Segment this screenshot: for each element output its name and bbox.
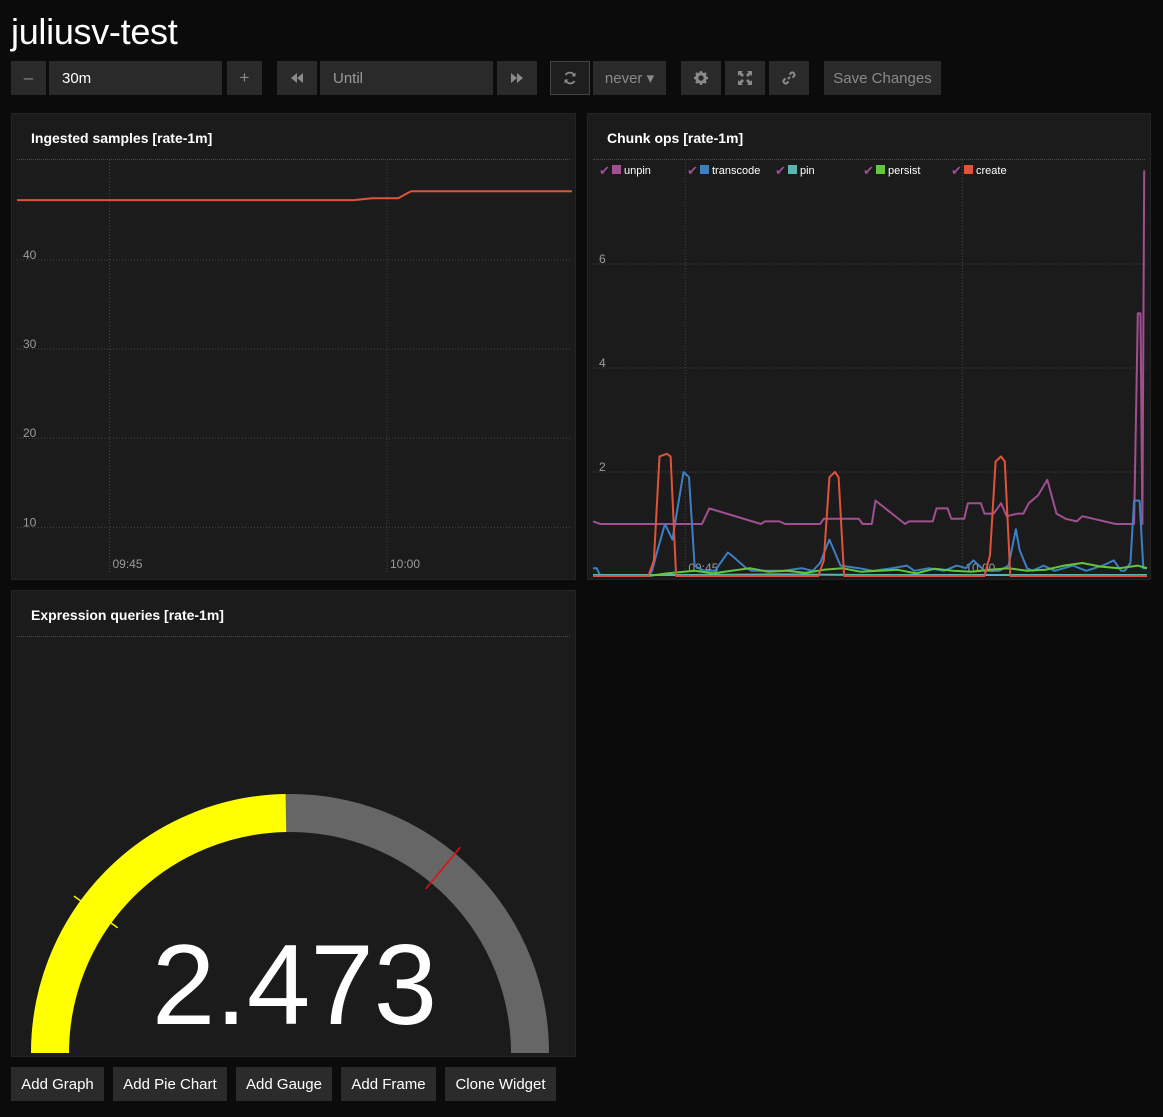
link-icon bbox=[782, 71, 796, 85]
refresh-button[interactable] bbox=[550, 61, 590, 95]
gauge-value: 2.473 bbox=[151, 922, 438, 1049]
y-tick-label: 6 bbox=[599, 252, 606, 266]
legend-label-create[interactable]: create bbox=[976, 165, 1007, 177]
legend-swatch bbox=[612, 165, 621, 174]
series-line-unpin bbox=[592, 170, 1146, 525]
y-tick-label: 4 bbox=[599, 356, 606, 370]
legend-label-unpin[interactable]: unpin bbox=[624, 165, 651, 177]
expression-queries-panel: Expression queries [rate-1m] 2.473 bbox=[11, 590, 576, 1057]
page-title: juliusv-test bbox=[11, 11, 178, 52]
ingested-samples-panel: Ingested samples [rate-1m] 10 20 30 40 09:45… bbox=[11, 113, 576, 580]
add-pie-chart-button[interactable]: Add Pie Chart bbox=[113, 1067, 227, 1101]
legend-check-icon[interactable]: ✔ bbox=[687, 164, 698, 179]
ingested-samples-chart: 10 20 30 40 09:45 10:00 bbox=[17, 160, 572, 572]
save-changes-button[interactable]: Save Changes bbox=[824, 61, 941, 95]
add-graph-button[interactable]: Add Graph bbox=[11, 1067, 104, 1101]
fullscreen-button[interactable] bbox=[725, 61, 765, 95]
range-input[interactable]: 30m bbox=[49, 61, 222, 95]
until-input[interactable]: Until bbox=[320, 61, 493, 95]
x-tick-label: 10:00 bbox=[390, 557, 420, 571]
legend-check-icon[interactable]: ✔ bbox=[775, 164, 786, 179]
legend-swatch bbox=[700, 165, 709, 174]
y-tick-label: 30 bbox=[23, 337, 37, 351]
y-tick-label: 40 bbox=[23, 248, 37, 262]
x-tick-label: 09:45 bbox=[113, 557, 143, 571]
legend-check-icon[interactable]: ✔ bbox=[599, 164, 610, 179]
forward-button[interactable] bbox=[497, 61, 537, 95]
clone-widget-button[interactable]: Clone Widget bbox=[445, 1067, 556, 1101]
fullscreen-icon bbox=[738, 71, 752, 85]
gear-icon bbox=[694, 71, 708, 85]
y-tick-label: 10 bbox=[23, 515, 37, 529]
increase-range-button[interactable]: + bbox=[227, 61, 262, 95]
legend-swatch bbox=[876, 165, 885, 174]
add-gauge-button[interactable]: Add Gauge bbox=[236, 1067, 332, 1101]
link-button[interactable] bbox=[769, 61, 809, 95]
refresh-icon bbox=[563, 71, 577, 85]
refresh-interval-dropdown[interactable]: never ▾ bbox=[593, 61, 666, 95]
back-icon bbox=[290, 73, 304, 83]
settings-button[interactable] bbox=[681, 61, 721, 95]
legend-check-icon[interactable]: ✔ bbox=[951, 164, 962, 179]
add-frame-button[interactable]: Add Frame bbox=[341, 1067, 436, 1101]
legend-label-pin[interactable]: pin bbox=[800, 165, 815, 177]
legend-check-icon[interactable]: ✔ bbox=[863, 164, 874, 179]
y-tick-label: 2 bbox=[599, 460, 606, 474]
decrease-range-button[interactable]: – bbox=[11, 61, 46, 95]
legend-label-transcode[interactable]: transcode bbox=[712, 165, 760, 177]
y-tick-label: 20 bbox=[23, 426, 37, 440]
legend-swatch bbox=[964, 165, 973, 174]
legend-label-persist[interactable]: persist bbox=[888, 165, 920, 177]
back-button[interactable] bbox=[277, 61, 317, 95]
series-line bbox=[17, 190, 572, 202]
chunk-ops-chart: 24609:45 10:00✔ unpin ✔ transcode ✔ pin ✔ persis… bbox=[592, 160, 1148, 577]
chunk-ops-panel: Chunk ops [rate-1m] 2 4 6 09:45 10:00 ✔ unpin ✔… bbox=[587, 113, 1151, 580]
forward-icon bbox=[510, 73, 524, 83]
legend-swatch bbox=[788, 165, 797, 174]
